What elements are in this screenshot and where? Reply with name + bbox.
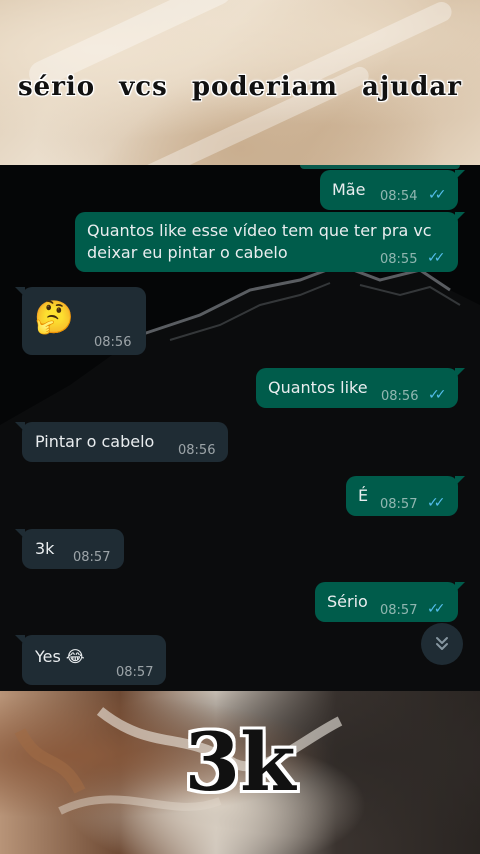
message-time: 08:56 xyxy=(381,389,419,404)
message-text: Quantos like xyxy=(268,378,368,397)
message-outgoing[interactable]: Mãe 08:54 ✓✓ xyxy=(320,170,465,210)
video-frame: sério vcs poderiam ajudar Mãe 08:54 ✓✓ Q… xyxy=(0,0,480,854)
message-text: É xyxy=(358,486,369,505)
double-chevron-down-icon xyxy=(436,637,448,650)
message-outgoing[interactable]: É 08:57 ✓✓ xyxy=(346,476,465,516)
message-time: 08:57 xyxy=(380,497,418,512)
message-time: 08:54 xyxy=(380,189,418,204)
message-outgoing[interactable]: Quantos like 08:56 ✓✓ xyxy=(256,368,465,408)
message-text: Yes 😂 xyxy=(35,647,85,666)
message-outgoing[interactable]: Quantos like esse vídeo tem que ter pra … xyxy=(75,212,465,272)
message-text: Mãe xyxy=(332,180,366,199)
message-time: 08:57 xyxy=(380,603,418,618)
message-time: 08:57 xyxy=(73,550,111,565)
read-receipt-icon: ✓✓ xyxy=(428,387,447,403)
message-text: 3k xyxy=(35,539,55,558)
scroll-to-bottom-button[interactable] xyxy=(421,623,463,665)
message-time: 08:56 xyxy=(94,335,132,350)
message-incoming[interactable]: 🤔 08:56 xyxy=(15,287,146,355)
read-receipt-icon: ✓✓ xyxy=(427,495,446,511)
bottom-caption: 3k xyxy=(184,715,296,809)
message-outgoing[interactable]: Sério 08:57 ✓✓ xyxy=(315,582,465,622)
message-time: 08:55 xyxy=(380,252,418,267)
top-caption: sério vcs poderiam ajudar xyxy=(18,72,462,102)
message-emoji: 🤔 xyxy=(34,298,74,336)
message-time: 08:56 xyxy=(178,443,216,458)
message-incoming[interactable]: 3k 08:57 xyxy=(15,529,124,569)
message-text: Sério xyxy=(327,592,368,611)
read-receipt-icon: ✓✓ xyxy=(428,187,447,203)
read-receipt-icon: ✓✓ xyxy=(427,250,446,266)
chat-screen[interactable]: Mãe 08:54 ✓✓ Quantos like esse vídeo tem… xyxy=(0,165,480,691)
read-receipt-icon: ✓✓ xyxy=(427,601,446,617)
message-time: 08:57 xyxy=(116,665,154,680)
message-incoming[interactable]: Pintar o cabelo 08:56 xyxy=(15,422,228,462)
message-text: Pintar o cabelo xyxy=(35,432,155,451)
message-incoming[interactable]: Yes 😂 08:57 xyxy=(15,635,166,685)
previous-message-edge xyxy=(300,165,460,169)
